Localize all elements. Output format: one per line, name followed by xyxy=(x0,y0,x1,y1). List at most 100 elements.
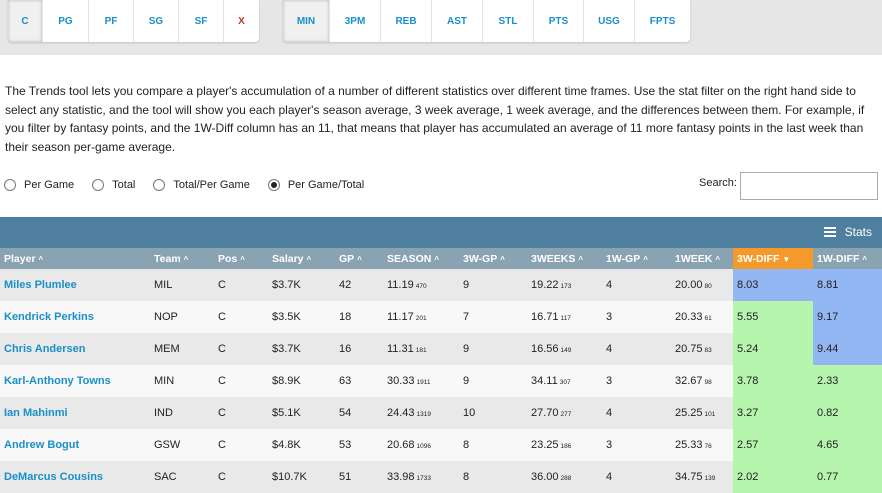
pos-cell: C xyxy=(214,301,268,333)
sort-caret-icon: ^ xyxy=(578,254,584,264)
gp-cell: 53 xyxy=(335,429,383,461)
position-filter-sf[interactable]: SF xyxy=(179,0,224,42)
stat-filter-fpts[interactable]: FPTS xyxy=(635,0,690,42)
w3-gp-cell: 8 xyxy=(459,429,527,461)
gp-cell: 42 xyxy=(335,269,383,301)
sort-caret-icon: ^ xyxy=(357,254,362,264)
team-cell: IND xyxy=(150,397,214,429)
w1-cell: 20.00 80 xyxy=(671,269,733,301)
sort-caret-icon: ^ xyxy=(715,254,721,264)
gp-cell: 63 xyxy=(335,365,383,397)
table-row: Kendrick Perkins NOP C $3.5K 18 11.17 201… xyxy=(0,301,882,333)
gp-cell: 51 xyxy=(335,461,383,493)
col-header-season[interactable]: SEASON ^ xyxy=(383,248,459,269)
w3-cell: 27.70 277 xyxy=(527,397,602,429)
col-header-1w-diff[interactable]: 1W-DIFF ^ xyxy=(813,248,882,269)
w1-cell: 32.67 98 xyxy=(671,365,733,397)
menu-icon xyxy=(823,227,836,237)
player-name-link[interactable]: Kendrick Perkins xyxy=(0,301,150,333)
col-header-3w-diff[interactable]: 3W-DIFF ▼ xyxy=(733,248,813,269)
stat-filter-pts[interactable]: PTS xyxy=(534,0,584,42)
w3-diff-cell: 5.55 xyxy=(733,301,813,333)
radio-circle[interactable] xyxy=(4,179,16,191)
col-header-1w-gp[interactable]: 1W-GP ^ xyxy=(602,248,671,269)
season-cell: 30.33 1911 xyxy=(383,365,459,397)
stat-filter-min[interactable]: MIN xyxy=(283,0,330,42)
radio-circle[interactable] xyxy=(153,179,166,191)
season-cell: 24.43 1319 xyxy=(383,397,459,429)
col-header-player[interactable]: Player ^ xyxy=(0,248,150,269)
salary-cell: $5.1K xyxy=(268,397,335,429)
filter-bar: C PG PF SG SF X MIN 3PM REB AST STL PTS … xyxy=(0,0,882,55)
stat-filter-usg[interactable]: USG xyxy=(584,0,635,42)
col-header-gp[interactable]: GP ^ xyxy=(335,248,383,269)
pos-cell: C xyxy=(214,429,268,461)
w1-diff-cell: 8.81 xyxy=(813,269,882,301)
w3-diff-cell: 3.78 xyxy=(733,365,813,397)
search-input[interactable] xyxy=(740,172,878,200)
radio-per-game-total[interactable]: Per Game/Total xyxy=(267,179,364,191)
player-name-link[interactable]: Andrew Bogut xyxy=(0,429,150,461)
sort-caret-icon: ^ xyxy=(643,254,648,264)
season-cell: 33.98 1733 xyxy=(383,461,459,493)
season-cell: 11.31 181 xyxy=(383,333,459,365)
stat-filter-3pm[interactable]: 3PM xyxy=(330,0,381,42)
w1-gp-cell: 4 xyxy=(602,397,671,429)
stat-filter-stl[interactable]: STL xyxy=(483,0,534,42)
stats-column-button[interactable]: Stats xyxy=(823,225,872,239)
col-header-3weeks[interactable]: 3WEEKS ^ xyxy=(527,248,602,269)
stat-filter-ast[interactable]: AST xyxy=(432,0,483,42)
w1-diff-cell: 2.33 xyxy=(813,365,882,397)
radio-circle-selected[interactable] xyxy=(267,179,280,191)
col-header-3w-gp[interactable]: 3W-GP ^ xyxy=(459,248,527,269)
team-cell: MEM xyxy=(150,333,214,365)
w1-cell: 34.75 139 xyxy=(671,461,733,493)
w3-gp-cell: 10 xyxy=(459,397,527,429)
stat-filter-group: MIN 3PM REB AST STL PTS USG FPTS xyxy=(283,0,690,42)
gp-cell: 16 xyxy=(335,333,383,365)
w3-cell: 36.00 288 xyxy=(527,461,602,493)
col-header-pos[interactable]: Pos ^ xyxy=(214,248,268,269)
player-name-link[interactable]: Ian Mahinmi xyxy=(0,397,150,429)
radio-label: Total/Per Game xyxy=(173,179,250,191)
player-name-link[interactable]: Miles Plumlee xyxy=(0,269,150,301)
player-name-link[interactable]: Karl-Anthony Towns xyxy=(0,365,150,397)
position-filter-group: C PG PF SG SF X xyxy=(8,0,259,42)
col-header-1week[interactable]: 1WEEK ^ xyxy=(671,248,733,269)
radio-total[interactable]: Total xyxy=(92,179,135,191)
w3-diff-cell: 5.24 xyxy=(733,333,813,365)
pos-cell: C xyxy=(214,365,268,397)
w1-cell: 20.75 83 xyxy=(671,333,733,365)
position-filter-clear[interactable]: X xyxy=(224,0,259,42)
w3-diff-cell: 2.57 xyxy=(733,429,813,461)
table-row: Andrew Bogut GSW C $4.8K 53 20.68 1096 8 … xyxy=(0,429,882,461)
stat-filter-reb[interactable]: REB xyxy=(381,0,432,42)
team-cell: SAC xyxy=(150,461,214,493)
w3-gp-cell: 9 xyxy=(459,269,527,301)
w1-gp-cell: 3 xyxy=(602,429,671,461)
pos-cell: C xyxy=(214,461,268,493)
sort-caret-icon: ^ xyxy=(306,254,312,264)
position-filter-pf[interactable]: PF xyxy=(89,0,134,42)
player-name-link[interactable]: DeMarcus Cousins xyxy=(0,461,150,493)
position-filter-pg[interactable]: PG xyxy=(43,0,89,42)
player-name-link[interactable]: Chris Andersen xyxy=(0,333,150,365)
salary-cell: $8.9K xyxy=(268,365,335,397)
stats-button-label: Stats xyxy=(844,225,872,239)
w1-diff-cell: 4.65 xyxy=(813,429,882,461)
gp-cell: 18 xyxy=(335,301,383,333)
w1-gp-cell: 3 xyxy=(602,365,671,397)
position-filter-c[interactable]: C xyxy=(8,0,43,42)
radio-per-game[interactable]: Per Game xyxy=(4,179,74,191)
salary-cell: $3.7K xyxy=(268,269,335,301)
radio-circle[interactable] xyxy=(92,179,105,191)
position-filter-sg[interactable]: SG xyxy=(134,0,179,42)
radio-total-per-game[interactable]: Total/Per Game xyxy=(153,179,250,191)
w1-gp-cell: 3 xyxy=(602,301,671,333)
col-header-team[interactable]: Team ^ xyxy=(150,248,214,269)
sort-caret-icon: ^ xyxy=(183,254,189,264)
w1-gp-cell: 4 xyxy=(602,269,671,301)
col-header-salary[interactable]: Salary ^ xyxy=(268,248,335,269)
gp-cell: 54 xyxy=(335,397,383,429)
season-cell: 11.17 201 xyxy=(383,301,459,333)
